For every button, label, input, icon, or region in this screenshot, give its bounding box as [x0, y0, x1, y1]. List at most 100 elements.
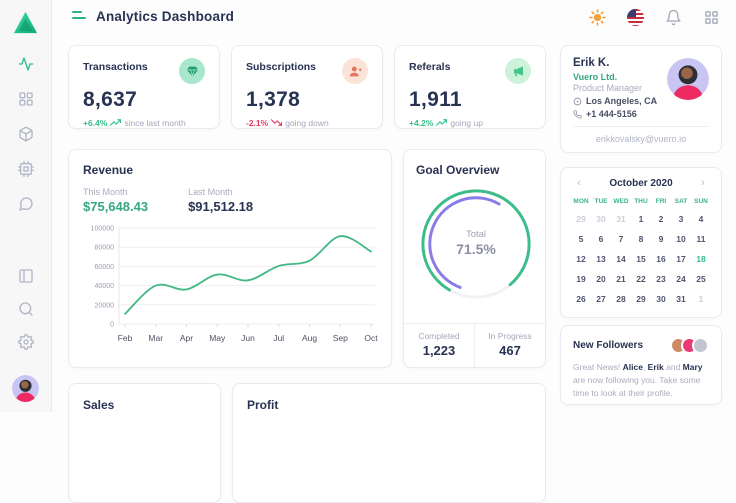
stat-card: Transactions 8,637 +6.4% since last mont… — [68, 45, 220, 129]
stat-delta: -2.1% going down — [246, 117, 368, 128]
revenue-this-month-value: $75,648.43 — [83, 199, 148, 214]
location-icon — [573, 97, 582, 106]
profile-phone: +1 444-5156 — [573, 109, 709, 119]
revenue-last-month: Last Month $91,512.18 — [188, 187, 253, 214]
notifications-bell-icon[interactable] — [665, 9, 682, 26]
language-flag-icon[interactable] — [627, 9, 644, 26]
trend-up-icon — [436, 117, 447, 128]
calendar-day[interactable]: 1 — [631, 209, 651, 229]
svg-text:Mar: Mar — [148, 333, 163, 343]
stat-label: Referals — [409, 58, 450, 73]
svg-text:May: May — [209, 333, 226, 343]
calendar-month: October 2020 — [609, 178, 672, 189]
svg-text:40000: 40000 — [95, 283, 115, 290]
stat-card: Subscriptions 1,378 -2.1% going down — [231, 45, 383, 129]
grid-icon[interactable] — [18, 91, 34, 107]
sales-title: Sales — [83, 398, 206, 412]
calendar-day[interactable]: 19 — [571, 269, 591, 289]
svg-text:Jul: Jul — [273, 333, 284, 343]
top-bar: Analytics Dashboard — [52, 0, 736, 34]
chat-icon[interactable] — [18, 196, 34, 212]
calendar-day[interactable]: 29 — [631, 289, 651, 309]
calendar-next-icon[interactable]: › — [697, 177, 709, 189]
calendar-day[interactable]: 10 — [671, 229, 691, 249]
search-icon[interactable] — [18, 301, 34, 317]
calendar-day[interactable]: 14 — [611, 249, 631, 269]
settings-icon[interactable] — [18, 334, 34, 350]
svg-text:Apr: Apr — [180, 333, 193, 343]
profit-title: Profit — [247, 398, 531, 412]
trend-down-icon — [271, 117, 282, 128]
calendar-day[interactable]: 24 — [671, 269, 691, 289]
box-icon[interactable] — [18, 126, 34, 142]
svg-text:0: 0 — [110, 322, 114, 329]
apps-grid-icon[interactable] — [703, 9, 720, 26]
stat-value: 8,637 — [83, 88, 205, 112]
calendar-day[interactable]: 11 — [691, 229, 711, 249]
calendar-day[interactable]: 20 — [591, 269, 611, 289]
revenue-chart: 020000400006000080000100000FebMarAprMayJ… — [83, 220, 379, 354]
calendar-day[interactable]: 26 — [571, 289, 591, 309]
stat-value: 1,911 — [409, 88, 531, 112]
calendar-day[interactable]: 4 — [691, 209, 711, 229]
panels-icon[interactable] — [18, 268, 34, 284]
user-plus-icon — [342, 58, 368, 84]
calendar-day[interactable]: 31 — [611, 209, 631, 229]
calendar-weekday: SAT — [671, 195, 691, 209]
followers-message: Great News! Alice, Erik and Mary are now… — [573, 361, 709, 399]
calendar-day[interactable]: 21 — [611, 269, 631, 289]
svg-text:Aug: Aug — [302, 333, 317, 343]
calendar-day[interactable]: 23 — [651, 269, 671, 289]
revenue-card: Revenue This Month $75,648.43 Last Month… — [68, 149, 392, 368]
gauge-total-value: 71.5% — [416, 241, 536, 257]
stat-delta: +4.2% going up — [409, 117, 531, 128]
calendar-day[interactable]: 9 — [651, 229, 671, 249]
calendar-day[interactable]: 6 — [591, 229, 611, 249]
vuero-logo-icon[interactable] — [12, 9, 39, 36]
calendar-day[interactable]: 2 — [651, 209, 671, 229]
calendar-weekday: WED — [611, 195, 631, 209]
svg-text:Oct: Oct — [364, 333, 378, 343]
calendar-weekday: TUE — [591, 195, 611, 209]
profile-email[interactable]: erikkovalsky@vuero.io — [573, 126, 709, 152]
calendar-prev-icon[interactable]: ‹ — [573, 177, 585, 189]
calendar-day[interactable]: 22 — [631, 269, 651, 289]
calendar-day[interactable]: 8 — [631, 229, 651, 249]
calendar-day[interactable]: 1 — [691, 289, 711, 309]
theme-sun-icon[interactable] — [589, 9, 606, 26]
svg-text:Jun: Jun — [241, 333, 255, 343]
calendar-card: ‹ October 2020 › MONTUEWEDTHUFRISATSUN29… — [560, 167, 722, 318]
calendar-day[interactable]: 31 — [671, 289, 691, 309]
goal-completed: Completed 1,223 — [404, 324, 474, 367]
calendar-day[interactable]: 16 — [651, 249, 671, 269]
profile-card: Erik K. Vuero Ltd. Product Manager Los A… — [560, 45, 722, 153]
calendar-day[interactable]: 29 — [571, 209, 591, 229]
calendar-day[interactable]: 13 — [591, 249, 611, 269]
cpu-icon[interactable] — [18, 161, 34, 177]
calendar-day[interactable]: 3 — [671, 209, 691, 229]
calendar-day[interactable]: 28 — [611, 289, 631, 309]
follower-avatar[interactable] — [692, 337, 709, 354]
calendar-day[interactable]: 18 — [691, 249, 711, 269]
goal-overview-card: Goal Overview Total 71.5% Completed 1,22… — [403, 149, 546, 368]
calendar-day[interactable]: 12 — [571, 249, 591, 269]
user-avatar[interactable] — [12, 375, 39, 402]
calendar-day[interactable]: 25 — [691, 269, 711, 289]
profit-card: Profit — [232, 383, 546, 503]
calendar-day[interactable]: 7 — [611, 229, 631, 249]
calendar-day[interactable]: 5 — [571, 229, 591, 249]
calendar-day[interactable]: 17 — [671, 249, 691, 269]
goal-in-progress: In Progress 467 — [474, 324, 545, 367]
activity-icon[interactable] — [18, 56, 34, 72]
gauge-center: Total 71.5% — [416, 229, 536, 257]
calendar-day[interactable]: 30 — [591, 209, 611, 229]
calendar-day[interactable]: 15 — [631, 249, 651, 269]
calendar-day[interactable]: 30 — [651, 289, 671, 309]
menu-toggle-icon[interactable] — [72, 11, 86, 23]
calendar-day[interactable]: 27 — [591, 289, 611, 309]
sidebar — [0, 0, 52, 412]
profile-avatar[interactable] — [667, 58, 709, 100]
followers-avatar-stack — [670, 337, 709, 354]
calendar-weekday: THU — [631, 195, 651, 209]
revenue-this-month: This Month $75,648.43 — [83, 187, 148, 214]
